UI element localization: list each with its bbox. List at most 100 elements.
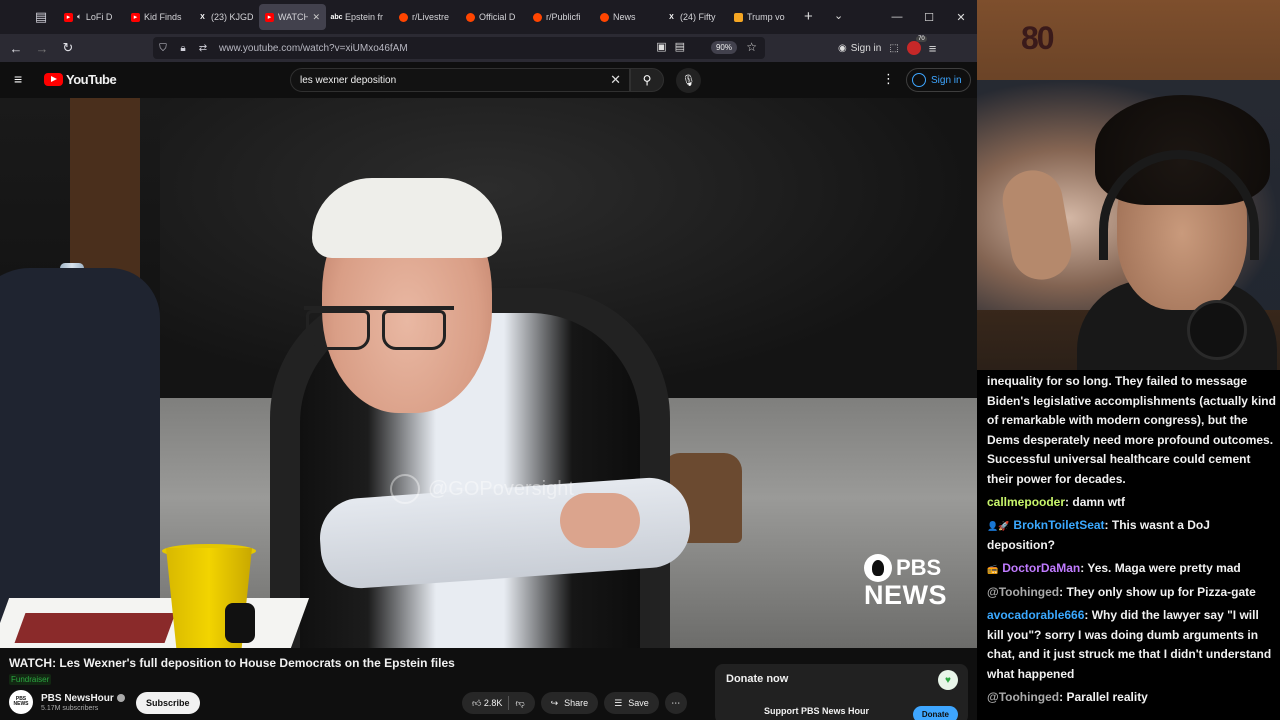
pbs-logo-top: PBS xyxy=(896,555,942,580)
subscribe-button[interactable]: Subscribe xyxy=(136,692,200,714)
dislike-button[interactable]: 👎︎ xyxy=(515,698,524,709)
bookmark-star-icon[interactable]: ☆ xyxy=(746,40,757,54)
more-options-icon[interactable]: ⋮ xyxy=(882,71,895,87)
chat-username[interactable]: DoctorDaMan xyxy=(1002,561,1080,575)
close-tab-icon[interactable]: ✕ xyxy=(312,12,320,23)
browser-tab[interactable]: ▸ WATCH ✕ xyxy=(259,4,326,30)
chat-message: inequality for so long. They failed to m… xyxy=(987,372,1276,489)
video-hair xyxy=(312,178,502,258)
pbs-head-icon xyxy=(864,554,892,582)
channel-name[interactable]: PBS NewsHour xyxy=(41,693,114,704)
minimize-icon[interactable]: — xyxy=(881,0,913,34)
browser-tab[interactable]: abc Epstein fr xyxy=(326,4,393,30)
tab-title: News xyxy=(613,12,636,22)
save-icon: ☰ xyxy=(614,697,623,708)
browser-tab[interactable]: X (23) KJGD xyxy=(192,4,259,30)
chat-message: @Toohinged: They only show up for Pizza-… xyxy=(987,583,1276,603)
zoom-badge[interactable]: 90% xyxy=(710,41,737,54)
browser-tab[interactable]: X (24) Fifty xyxy=(661,4,728,30)
youtube-header: ≡ YouTube les wexner deposition ✕ ⚲ 🎙︎ ⋮… xyxy=(0,62,977,98)
search-query: les wexner deposition xyxy=(300,74,397,86)
shield-icon[interactable]: ⛉ xyxy=(153,43,173,54)
stream-overlay: 80 inequality for so long. They failed t… xyxy=(977,0,1280,720)
share-button[interactable]: ↪ Share xyxy=(540,692,599,714)
youtube-play-icon xyxy=(44,73,63,86)
chat-username[interactable]: BroknToiletSeat xyxy=(1013,518,1104,532)
chevron-down-icon[interactable]: ⌄ xyxy=(834,9,843,22)
lock-icon[interactable]: 🔒︎ xyxy=(173,43,193,54)
tab-title: Official D xyxy=(479,12,516,22)
channel-avatar[interactable]: PBS NEWS xyxy=(9,690,33,714)
video-watermark: @GOPoversight xyxy=(390,474,574,504)
maximize-icon[interactable]: ☐ xyxy=(913,0,945,34)
subscriber-count: 5.17M subscribers xyxy=(41,704,99,712)
fundraiser-badge[interactable]: Fundraiser xyxy=(9,674,52,685)
youtube-favicon-icon: ▸ xyxy=(131,12,140,22)
search-input[interactable]: les wexner deposition ✕ xyxy=(290,68,630,92)
youtube-signin-button[interactable]: Sign in xyxy=(906,68,971,92)
donate-button[interactable]: Donate xyxy=(912,706,958,720)
window-controls: — ☐ ✕ xyxy=(881,0,977,34)
voice-search-button[interactable]: 🎙︎ xyxy=(676,68,701,93)
tab-list-icon[interactable]: ▤ xyxy=(28,0,54,34)
tab-title: WATCH xyxy=(278,12,309,22)
capitol-icon xyxy=(390,474,420,504)
permissions-icon[interactable]: ⇄ xyxy=(193,43,213,54)
chat-username[interactable]: callmepooder xyxy=(987,495,1065,509)
video-player[interactable]: @GOPoversight PBS NEWS xyxy=(0,98,977,648)
account-icon: ◉ xyxy=(838,42,847,54)
reddit-favicon-icon xyxy=(600,12,609,22)
reddit-favicon-icon xyxy=(533,12,542,22)
browser-tab[interactable]: Trump vo xyxy=(728,4,795,30)
account-signin-label: Sign in xyxy=(850,42,882,54)
channel-name-row[interactable]: PBS NewsHour xyxy=(41,693,125,704)
chat-message: 👤🚀 BroknToiletSeat: This wasnt a DoJ depo… xyxy=(987,516,1276,556)
chat-username[interactable]: avocadorable666 xyxy=(987,608,1084,622)
like-button[interactable]: 👍︎ 2.8K xyxy=(472,698,502,709)
page-actions: ▣ ▤ xyxy=(656,40,685,53)
back-icon[interactable]: ← xyxy=(3,35,29,61)
speaker-icon[interactable]: 🔈︎ xyxy=(77,12,82,22)
chat-username[interactable]: @Toohinged xyxy=(987,690,1059,704)
url-text[interactable]: www.youtube.com/watch?v=xiUMxo46fAM xyxy=(219,43,408,54)
tab-title: r/Livestre xyxy=(412,12,450,22)
reader-view-icon[interactable]: ▤ xyxy=(675,40,685,53)
browser-tab[interactable]: r/Livestre xyxy=(393,4,460,30)
chat-username[interactable]: @Toohinged xyxy=(987,585,1059,599)
clear-search-icon[interactable]: ✕ xyxy=(610,72,621,88)
search-icon: ⚲ xyxy=(642,73,652,87)
more-actions-button[interactable]: ⋯ xyxy=(664,692,687,714)
picture-in-picture-icon[interactable]: ▣ xyxy=(656,40,666,53)
browser-tab[interactable]: Official D xyxy=(460,4,527,30)
search-button[interactable]: ⚲ xyxy=(630,68,664,92)
account-button[interactable]: ◉ Sign in xyxy=(838,43,881,54)
youtube-logo[interactable]: YouTube xyxy=(44,72,117,87)
tab-title: LoFi D xyxy=(85,12,113,22)
browser-tab[interactable]: r/Publicfi xyxy=(527,4,594,30)
tab-title: (24) Fifty xyxy=(680,12,716,22)
new-tab-icon[interactable]: + xyxy=(804,8,813,25)
thumbs-up-icon: 👍︎ xyxy=(472,697,482,708)
browser-tab[interactable]: News xyxy=(594,4,661,30)
forward-icon[interactable]: → xyxy=(29,35,55,61)
chat-message: @Toohinged: Parallel reality xyxy=(987,688,1276,708)
hamburger-menu-icon[interactable]: ≡ xyxy=(14,72,28,86)
menu-icon[interactable]: ≡ xyxy=(929,41,937,56)
extensions-icon[interactable]: ⬚ xyxy=(889,43,898,54)
thumbs-down-icon: 👎︎ xyxy=(515,697,525,708)
reload-icon[interactable]: ↻ xyxy=(55,35,81,61)
video-mic xyxy=(225,603,255,643)
ublock-extension-icon[interactable]: 70 xyxy=(906,36,927,55)
video-title: WATCH: Les Wexner's full deposition to H… xyxy=(9,656,455,670)
browser-tab[interactable]: ▸ Kid Finds xyxy=(125,4,192,30)
video-red-papers xyxy=(14,613,176,643)
close-window-icon[interactable]: ✕ xyxy=(945,0,977,34)
url-bar[interactable]: ⛉ 🔒︎ ⇄ www.youtube.com/watch?v=xiUMxo46f… xyxy=(153,37,765,59)
user-circle-icon xyxy=(912,73,926,87)
video-person-left xyxy=(0,268,160,648)
browser-tab[interactable]: ▸ 🔈︎ LoFi D xyxy=(58,4,125,30)
save-button[interactable]: ☰ Save xyxy=(604,692,659,714)
youtube-favicon-icon: ▸ xyxy=(64,12,73,22)
chat-text: : Parallel reality xyxy=(1059,689,1148,704)
toolbar-right: ◉ Sign in ⬚ 70 ≡ xyxy=(838,34,936,62)
